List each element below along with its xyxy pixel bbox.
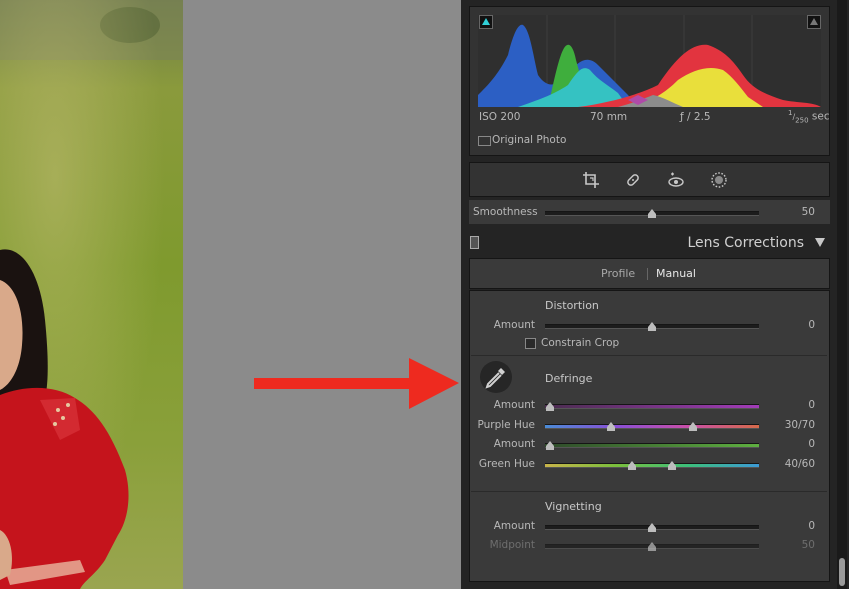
purple-hue-slider[interactable] [545, 424, 759, 429]
shutter-unit: sec [811, 110, 830, 123]
panel-scrollbar-thumb[interactable] [839, 558, 845, 586]
shadow-clipping-icon [482, 18, 490, 25]
aperture-value: ƒ / 2.5 [680, 111, 711, 123]
tab-manual[interactable]: Manual [656, 267, 696, 280]
vignetting-amount-label: Amount [493, 520, 535, 532]
highlight-clipping-toggle[interactable] [807, 15, 821, 29]
section-divider [471, 355, 827, 356]
green-amount-label: Amount [493, 438, 535, 450]
heal-tool-button[interactable] [624, 171, 642, 189]
vignetting-midpoint-value[interactable]: 50 [761, 539, 815, 551]
develop-panel: ISO 200 70 mm ƒ / 2.5 1/250 sec Original… [461, 0, 849, 589]
masking-tool-button[interactable] [710, 171, 728, 189]
photo-preview[interactable] [0, 0, 183, 589]
fringe-color-selector[interactable] [480, 361, 512, 393]
histogram-chart [478, 15, 821, 107]
distortion-amount-value[interactable]: 0 [761, 319, 815, 331]
tab-separator [647, 268, 648, 280]
focal-length-value: 70 mm [590, 111, 628, 123]
shutter-speed: 1/250 sec [788, 109, 830, 125]
vignetting-amount-value[interactable]: 0 [761, 520, 815, 532]
defringe-heading: Defringe [545, 372, 593, 385]
purple-hue-label: Purple Hue [477, 419, 535, 431]
green-hue-value[interactable]: 40/60 [761, 458, 815, 470]
constrain-crop-label: Constrain Crop [541, 337, 620, 349]
mask-icon [711, 172, 727, 188]
lens-corrections-title: Lens Corrections [687, 235, 804, 251]
red-eye-tool-button[interactable] [667, 171, 685, 189]
purple-amount-value[interactable]: 0 [761, 399, 815, 411]
original-photo-checkbox[interactable] [478, 136, 491, 146]
eyedropper-icon [485, 368, 505, 389]
red-eye-icon [668, 172, 684, 187]
original-photo-label: Original Photo [492, 134, 567, 146]
constrain-crop-checkbox[interactable] [525, 338, 536, 349]
histogram-panel: ISO 200 70 mm ƒ / 2.5 1/250 sec Original… [469, 6, 830, 156]
collapse-triangle-icon[interactable] [815, 238, 825, 247]
heal-icon [627, 174, 639, 186]
lens-corrections-header[interactable]: Lens Corrections [461, 228, 849, 258]
section-divider [471, 491, 827, 492]
purple-amount-label: Amount [493, 399, 535, 411]
distortion-heading: Distortion [545, 299, 599, 312]
shutter-denominator: 250 [795, 116, 809, 125]
tab-profile[interactable]: Profile [601, 267, 635, 280]
purple-amount-slider[interactable] [545, 404, 759, 409]
purple-hue-value[interactable]: 30/70 [761, 419, 815, 431]
green-hue-slider[interactable] [545, 463, 759, 468]
crop-icon [583, 172, 599, 188]
tool-strip [469, 162, 830, 197]
canvas-background [183, 0, 460, 589]
crop-tool-button[interactable] [582, 171, 600, 189]
vignetting-heading: Vignetting [545, 500, 602, 513]
highlight-clipping-icon [810, 18, 818, 25]
photo-image [0, 0, 183, 589]
vignetting-midpoint-label: Midpoint [489, 539, 535, 551]
green-hue-label: Green Hue [478, 458, 535, 470]
green-amount-value[interactable]: 0 [761, 438, 815, 450]
panel-switch-icon[interactable] [470, 236, 479, 249]
lens-tab-bar: Profile Manual [469, 258, 830, 289]
green-amount-slider[interactable] [545, 443, 759, 448]
distortion-amount-label: Amount [493, 319, 535, 331]
smoothness-value[interactable]: 50 [761, 206, 815, 218]
smoothness-label: Smoothness [473, 206, 538, 218]
iso-value: ISO 200 [479, 111, 521, 123]
shadow-clipping-toggle[interactable] [479, 15, 493, 29]
panel-scrollbar[interactable] [837, 0, 847, 589]
